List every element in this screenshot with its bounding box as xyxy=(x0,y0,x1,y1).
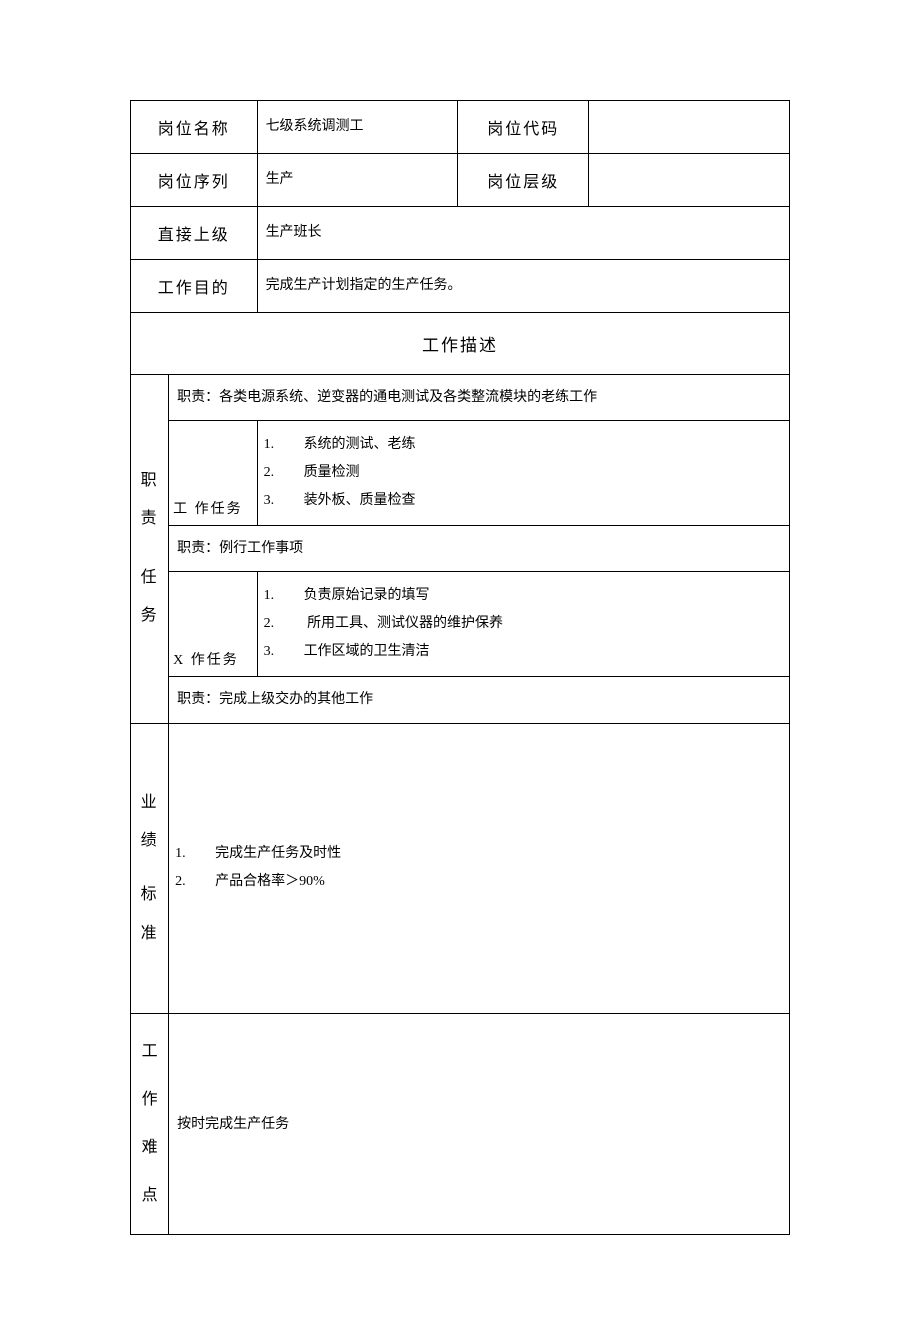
list-item: 1. 系统的测试、老练 xyxy=(262,431,785,459)
difficulty-content: 按时完成生产任务 xyxy=(169,1014,790,1235)
difficulty-c4: 点 xyxy=(135,1172,164,1220)
performance-side-label-line2: 标准 xyxy=(139,876,160,953)
direct-superior-value: 生产班长 xyxy=(257,207,789,260)
list-item: 1. 负责原始记录的填写 xyxy=(262,582,785,610)
duty3-title: 职责：完成上级交办的其他工作 xyxy=(169,677,790,723)
work-description-header: 工作描述 xyxy=(131,313,790,375)
position-level-label: 岗位层级 xyxy=(458,154,589,207)
performance-content: 1. 完成生产任务及时性2. 产品合格率＞90% xyxy=(169,723,790,1014)
list-item: 3. 工作区域的卫生清洁 xyxy=(262,638,785,666)
list-item: 2. 所用工具、测试仪器的维护保养 xyxy=(262,610,785,638)
duty1-tasks: 1. 系统的测试、老练2. 质量检测3. 装外板、质量检查 xyxy=(257,421,789,526)
performance-side-label-line1: 业绩 xyxy=(139,784,160,861)
list-item: 2. 产品合格率＞90% xyxy=(173,868,785,896)
position-code-label: 岗位代码 xyxy=(458,101,589,154)
duty2-title: 职责：例行工作事项 xyxy=(169,526,790,572)
position-name-value: 七级系统调测工 xyxy=(257,101,458,154)
duty1-title: 职责：各类电源系统、逆变器的通电测试及各类整流模块的老练工作 xyxy=(169,375,790,421)
difficulty-side-label: 工 作 难 点 xyxy=(131,1014,169,1235)
work-purpose-value: 完成生产计划指定的生产任务。 xyxy=(257,260,789,313)
task-label-1: 工 作任务 xyxy=(169,421,257,526)
position-name-label: 岗位名称 xyxy=(131,101,258,154)
task-label-2: X 作任务 xyxy=(169,572,257,677)
position-sequence-value: 生产 xyxy=(257,154,458,207)
work-purpose-label: 工作目的 xyxy=(131,260,258,313)
duty2-tasks: 1. 负责原始记录的填写2. 所用工具、测试仪器的维护保养3. 工作区域的卫生清… xyxy=(257,572,789,677)
list-item: 1. 完成生产任务及时性 xyxy=(173,840,785,868)
position-level-value xyxy=(589,154,790,207)
duties-side-label-line2: 任务 xyxy=(135,559,164,636)
direct-superior-label: 直接上级 xyxy=(131,207,258,260)
duties-side-label: 职责 任务 xyxy=(131,375,169,724)
performance-side-label: 业绩 标准 xyxy=(131,723,169,1014)
position-code-value xyxy=(589,101,790,154)
difficulty-c1: 工 xyxy=(135,1028,164,1076)
position-sequence-label: 岗位序列 xyxy=(131,154,258,207)
job-description-table: 岗位名称 七级系统调测工 岗位代码 岗位序列 生产 岗位层级 直接上级 生产班长… xyxy=(130,100,790,1235)
difficulty-c2: 作 xyxy=(135,1076,164,1124)
difficulty-c3: 难 xyxy=(135,1124,164,1172)
duties-side-label-line1: 职责 xyxy=(135,462,164,539)
list-item: 2. 质量检测 xyxy=(262,459,785,487)
list-item: 3. 装外板、质量检查 xyxy=(262,487,785,515)
